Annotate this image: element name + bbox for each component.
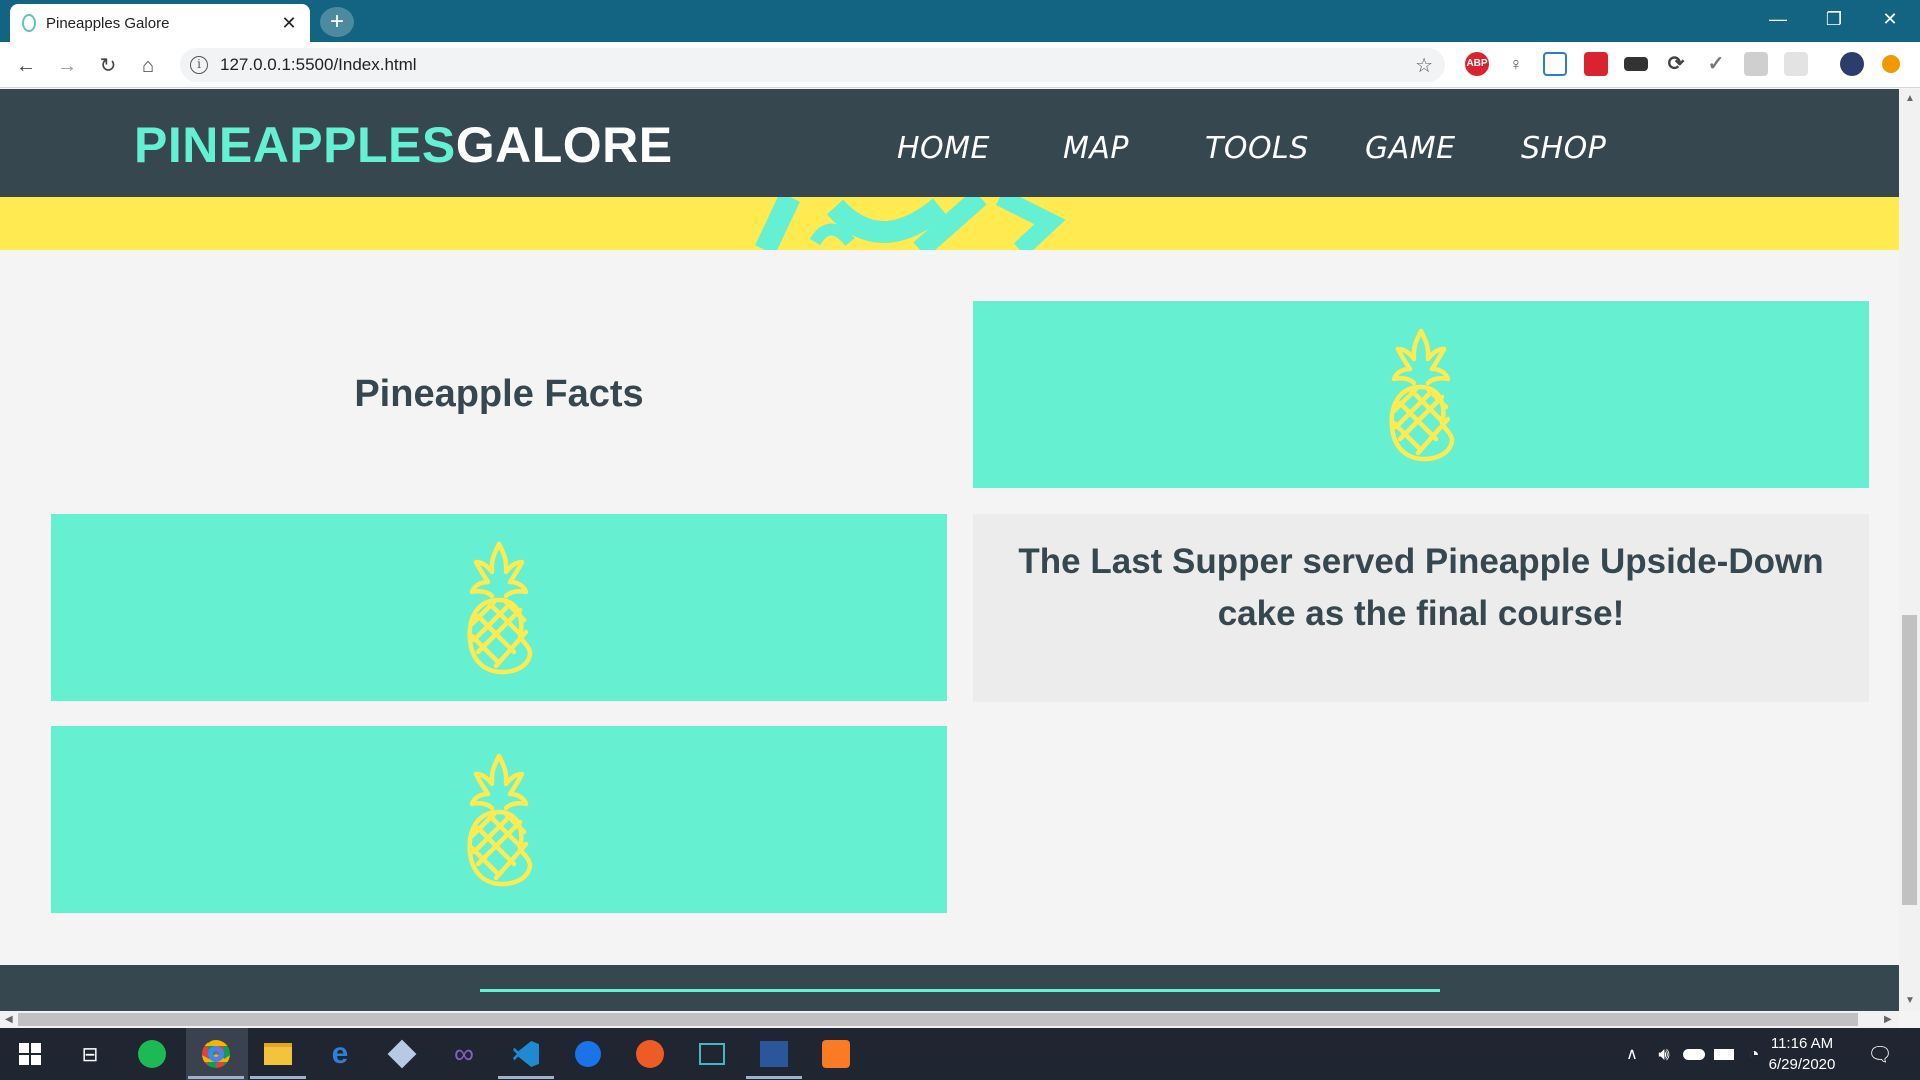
xampp-icon[interactable]: [818, 1036, 854, 1072]
back-icon[interactable]: ←: [10, 50, 42, 82]
home-icon[interactable]: ⌂: [132, 50, 164, 82]
site-logo[interactable]: PINEAPPLESGALORE: [134, 116, 673, 174]
pineapple-icon: [1389, 328, 1455, 461]
screenshot-icon[interactable]: [1543, 52, 1567, 76]
task-view-icon[interactable]: ⊟: [72, 1036, 108, 1072]
scroll-down-icon[interactable]: ▼: [1905, 995, 1915, 1006]
check-icon[interactable]: ✓: [1704, 52, 1728, 76]
restore-button[interactable]: ❐: [1806, 0, 1862, 38]
browser-tab[interactable]: Pineapples Galore ✕: [10, 4, 310, 42]
scroll-right-icon[interactable]: ▶: [1884, 1014, 1892, 1025]
chrome-running-indicator: [188, 1076, 244, 1079]
chrome-icon[interactable]: [198, 1036, 234, 1072]
new-tab-button[interactable]: +: [320, 7, 354, 37]
postman-icon[interactable]: [632, 1036, 668, 1072]
close-window-button[interactable]: ✕: [1862, 0, 1918, 38]
pineapple-card[interactable]: [973, 301, 1869, 488]
nav-shop[interactable]: SHOP: [1521, 131, 1606, 166]
spotify-icon[interactable]: [134, 1036, 170, 1072]
nav-home[interactable]: HOME: [897, 131, 990, 166]
tab-title: Pineapples Galore: [46, 14, 170, 32]
url-text: 127.0.0.1:5500/Index.html: [220, 55, 417, 74]
bookmark-star-icon[interactable]: ☆: [1415, 53, 1433, 78]
profile-avatar[interactable]: [1840, 52, 1864, 76]
facts-heading: Pineapple Facts: [354, 372, 644, 415]
pineapple-icon: [467, 541, 533, 674]
start-icon[interactable]: [12, 1036, 48, 1072]
k-icon[interactable]: [1744, 52, 1768, 76]
abp-icon[interactable]: ABP: [1465, 52, 1489, 76]
tab-favicon-icon: [22, 14, 36, 32]
pineapple-icon: [467, 753, 533, 886]
nav-tools[interactable]: TOOLS: [1205, 131, 1309, 166]
fact-text: The Last Supper served Pineapple Upside-…: [1018, 542, 1824, 633]
word-icon[interactable]: [756, 1036, 792, 1072]
edge-icon[interactable]: e: [322, 1036, 358, 1072]
forward-icon[interactable]: →: [51, 50, 83, 82]
site-info-icon[interactable]: i: [190, 56, 208, 74]
vscode-running-indicator: [498, 1076, 554, 1079]
vscode-icon[interactable]: [508, 1036, 544, 1072]
explorer-running-indicator: [250, 1076, 306, 1079]
settings-icon[interactable]: [1784, 52, 1808, 76]
footer-divider: [480, 989, 1440, 992]
terminal-app-icon[interactable]: [694, 1036, 730, 1072]
sync-icon[interactable]: ⟳: [1664, 52, 1688, 76]
file-explorer-icon[interactable]: [260, 1036, 296, 1072]
pineapple-card[interactable]: [51, 726, 947, 913]
minimize-button[interactable]: —: [1750, 0, 1806, 38]
word-running-indicator: [746, 1076, 802, 1079]
logo-part-galore: GALORE: [455, 117, 673, 173]
visual-studio-icon[interactable]: ∞: [446, 1036, 482, 1072]
horizontal-scroll-thumb[interactable]: [18, 1013, 1858, 1026]
nav-game[interactable]: GAME: [1365, 131, 1456, 166]
notifications-icon[interactable]: 🗨︎: [1862, 1036, 1898, 1072]
scroll-up-icon[interactable]: ▲: [1905, 93, 1915, 104]
logo-part-pineapples: PINEAPPLES: [134, 117, 456, 173]
hero-banner: [0, 197, 1899, 250]
nav-map[interactable]: MAP: [1063, 131, 1129, 166]
lightbulb-icon[interactable]: ♀: [1504, 52, 1528, 76]
reload-icon[interactable]: ↻: [92, 50, 124, 82]
site-footer: [0, 965, 1899, 1011]
clock-date: 6/29/2020: [1768, 1056, 1836, 1073]
show-hidden-icons-chevron-icon[interactable]: ∧: [1614, 1036, 1650, 1072]
clock-time: 11:16 AM: [1770, 1035, 1834, 1052]
scroll-left-icon[interactable]: ◀: [5, 1014, 13, 1025]
update-icon[interactable]: [1882, 55, 1900, 73]
fact-text-box: The Last Supper served Pineapple Upside-…: [973, 514, 1869, 702]
maps-icon[interactable]: [570, 1036, 606, 1072]
pdf-icon[interactable]: [1584, 52, 1608, 76]
address-bar[interactable]: i 127.0.0.1:5500/Index.html ☆: [180, 48, 1445, 82]
banner-pineapple-graphic: [755, 197, 1066, 250]
vertical-scroll-thumb[interactable]: [1902, 615, 1917, 905]
pineapple-card[interactable]: [51, 514, 947, 701]
fullscreen-icon[interactable]: [1624, 57, 1648, 71]
virtualbox-icon[interactable]: [384, 1036, 420, 1072]
taskbar-clock[interactable]: 11:16 AM 6/29/2020: [1762, 1033, 1842, 1075]
tab-close-icon[interactable]: ✕: [280, 13, 298, 34]
